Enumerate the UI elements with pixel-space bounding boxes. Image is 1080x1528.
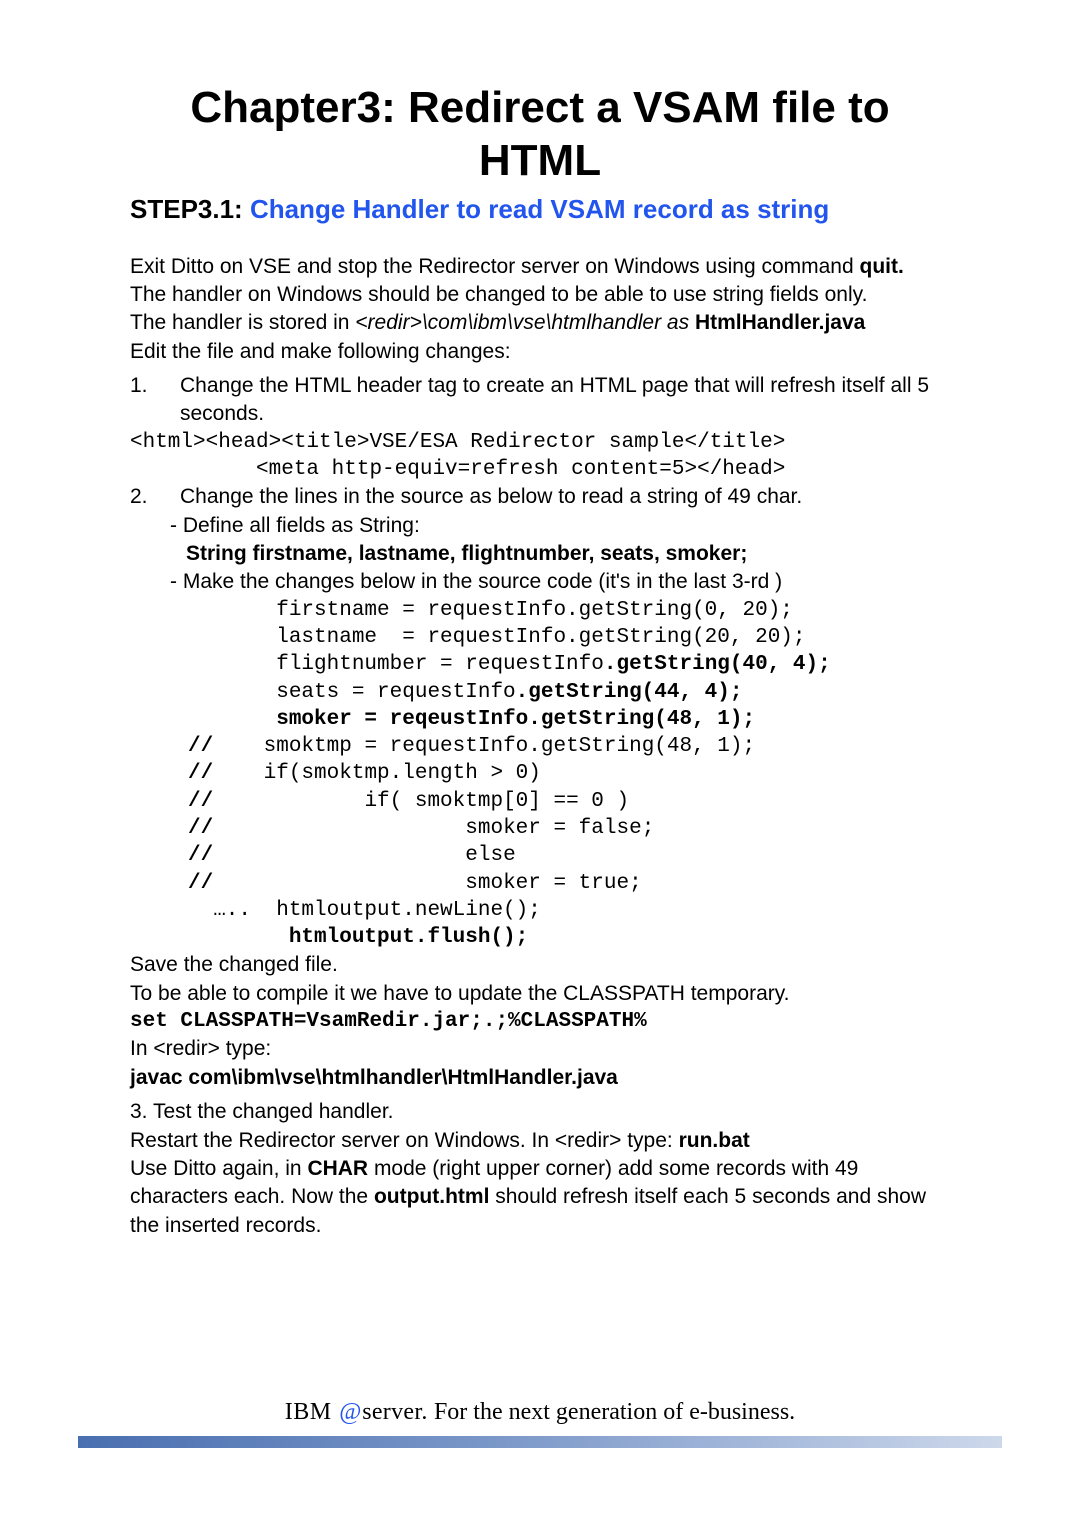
step-heading: STEP3.1: Change Handler to read VSAM rec… xyxy=(130,194,950,225)
paragraph-restart: Restart the Redirector server on Windows… xyxy=(130,1127,950,1155)
step-title: Change Handler to read VSAM record as st… xyxy=(250,194,829,224)
code-line: seats = requestInfo.getString(44, 4); xyxy=(188,679,950,706)
list-number: 1. xyxy=(130,372,180,429)
comment-marker: // xyxy=(188,844,213,867)
comment-marker: // xyxy=(188,872,213,895)
paragraph-test: 3. Test the changed handler. xyxy=(130,1098,950,1126)
text: Exit Ditto on VSE and stop the Redirecto… xyxy=(130,255,860,278)
code-line: // smoker = true; xyxy=(188,870,950,897)
code-line: ….. htmloutput.newLine(); xyxy=(188,897,950,924)
paragraph-2: The handler on Windows should be changed… xyxy=(130,281,950,309)
text: smoker = false; xyxy=(213,817,654,840)
list-item-1: 1. Change the HTML header tag to create … xyxy=(130,372,950,429)
footer-at-icon: @ xyxy=(338,1399,362,1425)
code-line: // if(smoktmp.length > 0) xyxy=(188,760,950,787)
char-mode: CHAR xyxy=(307,1157,368,1180)
code-line-bold: smoker = reqeustInfo.getString(48, 1); xyxy=(188,706,950,733)
text: if( smoktmp[0] == 0 ) xyxy=(213,790,629,813)
code-block: firstname = requestInfo.getString(0, 20)… xyxy=(188,597,950,952)
code-line: lastname = requestInfo.getString(20, 20)… xyxy=(188,624,950,651)
step-label: STEP3.1: xyxy=(130,194,250,224)
comment-marker: // xyxy=(188,735,213,758)
text: Restart the Redirector server on Windows… xyxy=(130,1129,679,1152)
text: smoker = true; xyxy=(213,872,641,895)
paragraph-compile: To be able to compile it we have to upda… xyxy=(130,980,950,1008)
paragraph-redir-type: In <redir> type: xyxy=(130,1035,950,1063)
string-declaration: String firstname, lastname, flightnumber… xyxy=(130,540,950,568)
paragraph-1: Exit Ditto on VSE and stop the Redirecto… xyxy=(130,253,950,281)
text: seats = requestInfo xyxy=(188,681,516,704)
code-line: firstname = requestInfo.getString(0, 20)… xyxy=(188,597,950,624)
paragraph-3: The handler is stored in <redir>\com\ibm… xyxy=(130,309,950,337)
sub-bullet-b: - Make the changes below in the source c… xyxy=(130,568,950,596)
bold-text: .getString(44, 4); xyxy=(516,681,743,704)
comment-marker: // xyxy=(188,790,213,813)
output-html: output.html xyxy=(374,1185,489,1208)
paragraph-save: Save the changed file. xyxy=(130,951,950,979)
code-line: // else xyxy=(188,842,950,869)
paragraph-ditto: Use Ditto again, in CHAR mode (right upp… xyxy=(130,1155,950,1240)
footer-tagline: IBM @server. For the next generation of … xyxy=(0,1399,1080,1426)
text: The handler is stored in xyxy=(130,311,355,334)
text: else xyxy=(213,844,515,867)
code-html-head-1: <html><head><title>VSE/ESA Redirector sa… xyxy=(130,429,950,456)
handler-path: <redir>\com\ibm\vse\htmlhandler as xyxy=(355,311,695,334)
comment-marker: // xyxy=(188,762,213,785)
footer-server: server. xyxy=(362,1399,434,1425)
text: smoktmp = requestInfo.getString(48, 1); xyxy=(213,735,755,758)
comment-marker: // xyxy=(188,817,213,840)
code-line: // if( smoktmp[0] == 0 ) xyxy=(188,788,950,815)
footer-rest: For the next generation of e-business. xyxy=(434,1399,795,1425)
list-text: Change the HTML header tag to create an … xyxy=(180,372,950,429)
footer-ibm: IBM xyxy=(285,1399,338,1425)
code-line: flightnumber = requestInfo.getString(40,… xyxy=(188,651,950,678)
code-set-classpath: set CLASSPATH=VsamRedir.jar;.;%CLASSPATH… xyxy=(130,1008,950,1035)
bold-text: .getString(40, 4); xyxy=(604,653,831,676)
code-line: // smoktmp = requestInfo.getString(48, 1… xyxy=(188,733,950,760)
chapter-title: Chapter3: Redirect a VSAM file to HTML xyxy=(130,82,950,188)
footer-gradient-bar xyxy=(78,1436,1002,1448)
paragraph-4: Edit the file and make following changes… xyxy=(130,338,950,366)
code-line: // smoker = false; xyxy=(188,815,950,842)
document-page: Chapter3: Redirect a VSAM file to HTML S… xyxy=(0,0,1080,1240)
run-bat: run.bat xyxy=(679,1129,750,1152)
sub-bullet-a: - Define all fields as String: xyxy=(130,512,950,540)
code-line-bold: htmloutput.flush(); xyxy=(188,924,950,951)
text: Use Ditto again, in xyxy=(130,1157,307,1180)
javac-command: javac com\ibm\vse\htmlhandler\HtmlHandle… xyxy=(130,1064,950,1092)
text: if(smoktmp.length > 0) xyxy=(213,762,541,785)
list-number: 2. xyxy=(130,483,180,511)
text: flightnumber = requestInfo xyxy=(188,653,604,676)
list-item-2: 2. Change the lines in the source as bel… xyxy=(130,483,950,511)
list-text: Change the lines in the source as below … xyxy=(180,483,950,511)
handler-file: HtmlHandler.java xyxy=(695,311,865,334)
quit-command: quit. xyxy=(860,255,904,278)
code-html-head-2: <meta http-equiv=refresh content=5></hea… xyxy=(130,456,950,483)
